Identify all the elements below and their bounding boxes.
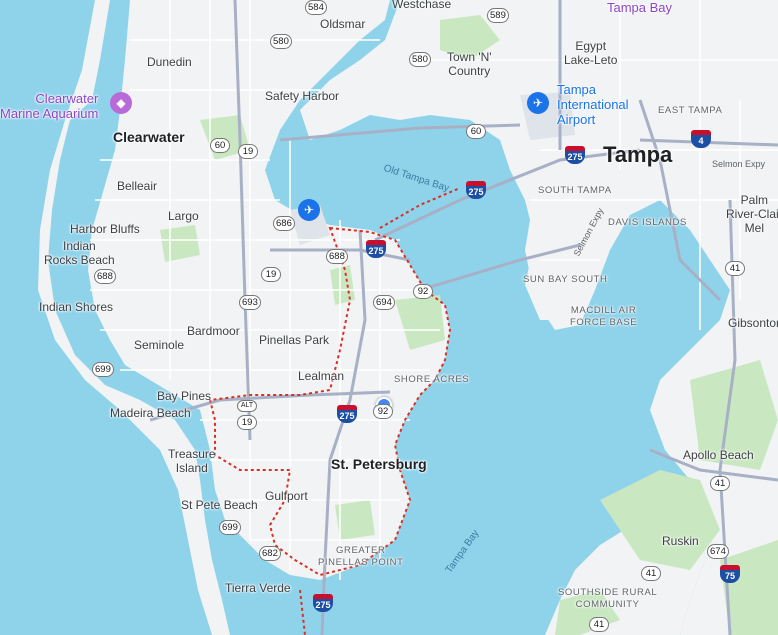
place-madeira-beach[interactable]: Madeira Beach (110, 406, 191, 420)
place-tierra-verde[interactable]: Tierra Verde (225, 581, 291, 595)
place-safety-harbor[interactable]: Safety Harbor (265, 89, 339, 103)
place-tampa-bay-top[interactable]: Tampa Bay (607, 0, 672, 15)
route-shield-19-b: 19 (261, 267, 281, 282)
map-canvas[interactable]: Tampa St. Petersburg Clearwater Westchas… (0, 0, 778, 635)
place-westchase[interactable]: Westchase (392, 0, 451, 11)
interstate-shield-275-d: 275 (337, 405, 357, 423)
place-lealman[interactable]: Lealman (298, 369, 344, 383)
route-shield-41-d: 41 (589, 617, 609, 632)
place-st-pete-beach[interactable]: St Pete Beach (181, 498, 258, 512)
area-sun-bay-south[interactable]: SUN BAY SOUTH (523, 274, 608, 286)
area-shore-acres[interactable]: SHORE ACRES (394, 374, 469, 386)
route-shield-19-c: 19 (237, 415, 257, 430)
place-harbor-bluffs[interactable]: Harbor Bluffs (70, 222, 140, 236)
route-shield-688: 688 (326, 249, 348, 264)
airplane-icon[interactable]: ✈ (527, 92, 549, 114)
interstate-shield-275-b: 275 (466, 181, 486, 199)
road-selmon-expy: Selmon Expy (712, 159, 766, 169)
route-shield-92-b: 92 (373, 404, 393, 419)
route-shield-alt-19: ALT (237, 400, 257, 412)
route-shield-580: 580 (270, 34, 292, 49)
place-belleair[interactable]: Belleair (117, 179, 157, 193)
route-shield-699-b: 699 (219, 520, 241, 535)
route-shield-92: 92 (413, 284, 433, 299)
place-oldsmar[interactable]: Oldsmar (320, 17, 365, 31)
interstate-shield-4: 4 (691, 130, 711, 148)
place-seminole[interactable]: Seminole (134, 338, 184, 352)
airplane-icon-pie[interactable]: ✈ (298, 199, 320, 221)
area-east-tampa[interactable]: EAST TAMPA (658, 105, 722, 117)
interstate-shield-75: 75 (720, 565, 740, 583)
route-shield-584: 584 (305, 0, 327, 15)
city-label-clearwater[interactable]: Clearwater (113, 130, 185, 144)
route-shield-674: 674 (707, 544, 729, 559)
place-egypt-lake[interactable]: Egypt Lake-Leto (564, 39, 617, 67)
place-indian-rocks-beach[interactable]: Indian Rocks Beach (44, 239, 115, 267)
area-south-tampa[interactable]: SOUTH TAMPA (538, 185, 612, 197)
place-indian-shores[interactable]: Indian Shores (39, 300, 113, 314)
route-shield-688-b: 688 (94, 269, 116, 284)
place-apollo-beach[interactable]: Apollo Beach (683, 448, 754, 462)
place-town-n-country[interactable]: Town 'N' Country (447, 50, 492, 78)
route-shield-686: 686 (273, 216, 295, 231)
route-shield-19: 19 (238, 144, 258, 159)
place-ruskin[interactable]: Ruskin (662, 534, 699, 548)
place-palm-river[interactable]: Palm River-Clair Mel (726, 193, 778, 235)
route-shield-60: 60 (210, 138, 230, 153)
aquarium-icon[interactable]: ◆ (110, 92, 132, 114)
area-davis-islands[interactable]: DAVIS ISLANDS (608, 217, 687, 229)
interstate-shield-275-c: 275 (366, 240, 386, 258)
area-greater-pinellas-point[interactable]: GREATER PINELLAS POINT (318, 545, 403, 569)
city-label-st-petersburg[interactable]: St. Petersburg (331, 457, 427, 471)
place-bay-pines[interactable]: Bay Pines (157, 389, 211, 403)
route-shield-41: 41 (725, 261, 745, 276)
interstate-shield-275: 275 (565, 146, 585, 164)
route-shield-682: 682 (259, 546, 281, 561)
route-shield-60-b: 60 (466, 124, 486, 139)
route-shield-589: 589 (487, 8, 509, 23)
place-gibsonton[interactable]: Gibsonton (728, 316, 778, 330)
area-macdill[interactable]: MACDILL AIR FORCE BASE (570, 305, 637, 329)
route-shield-580-b: 580 (409, 52, 431, 67)
interstate-shield-275-e: 275 (313, 594, 333, 612)
place-treasure-island[interactable]: Treasure Island (168, 447, 216, 475)
route-shield-693: 693 (239, 295, 261, 310)
route-shield-699: 699 (92, 362, 114, 377)
place-largo[interactable]: Largo (168, 209, 199, 223)
poi-tampa-international-airport[interactable]: Tampa International Airport (557, 82, 629, 127)
place-pinellas-park[interactable]: Pinellas Park (259, 333, 329, 347)
place-gulfport[interactable]: Gulfport (265, 489, 308, 503)
route-shield-41-c: 41 (641, 566, 661, 581)
place-dunedin[interactable]: Dunedin (147, 55, 192, 69)
area-southside-rural[interactable]: SOUTHSIDE RURAL COMMUNITY (558, 587, 657, 611)
route-shield-694: 694 (373, 295, 395, 310)
place-bardmoor[interactable]: Bardmoor (187, 324, 240, 338)
city-label-tampa[interactable]: Tampa (603, 144, 672, 166)
poi-clearwater-marine-aquarium[interactable]: Clearwater Marine Aquarium (0, 91, 98, 121)
route-shield-41-b: 41 (710, 476, 730, 491)
